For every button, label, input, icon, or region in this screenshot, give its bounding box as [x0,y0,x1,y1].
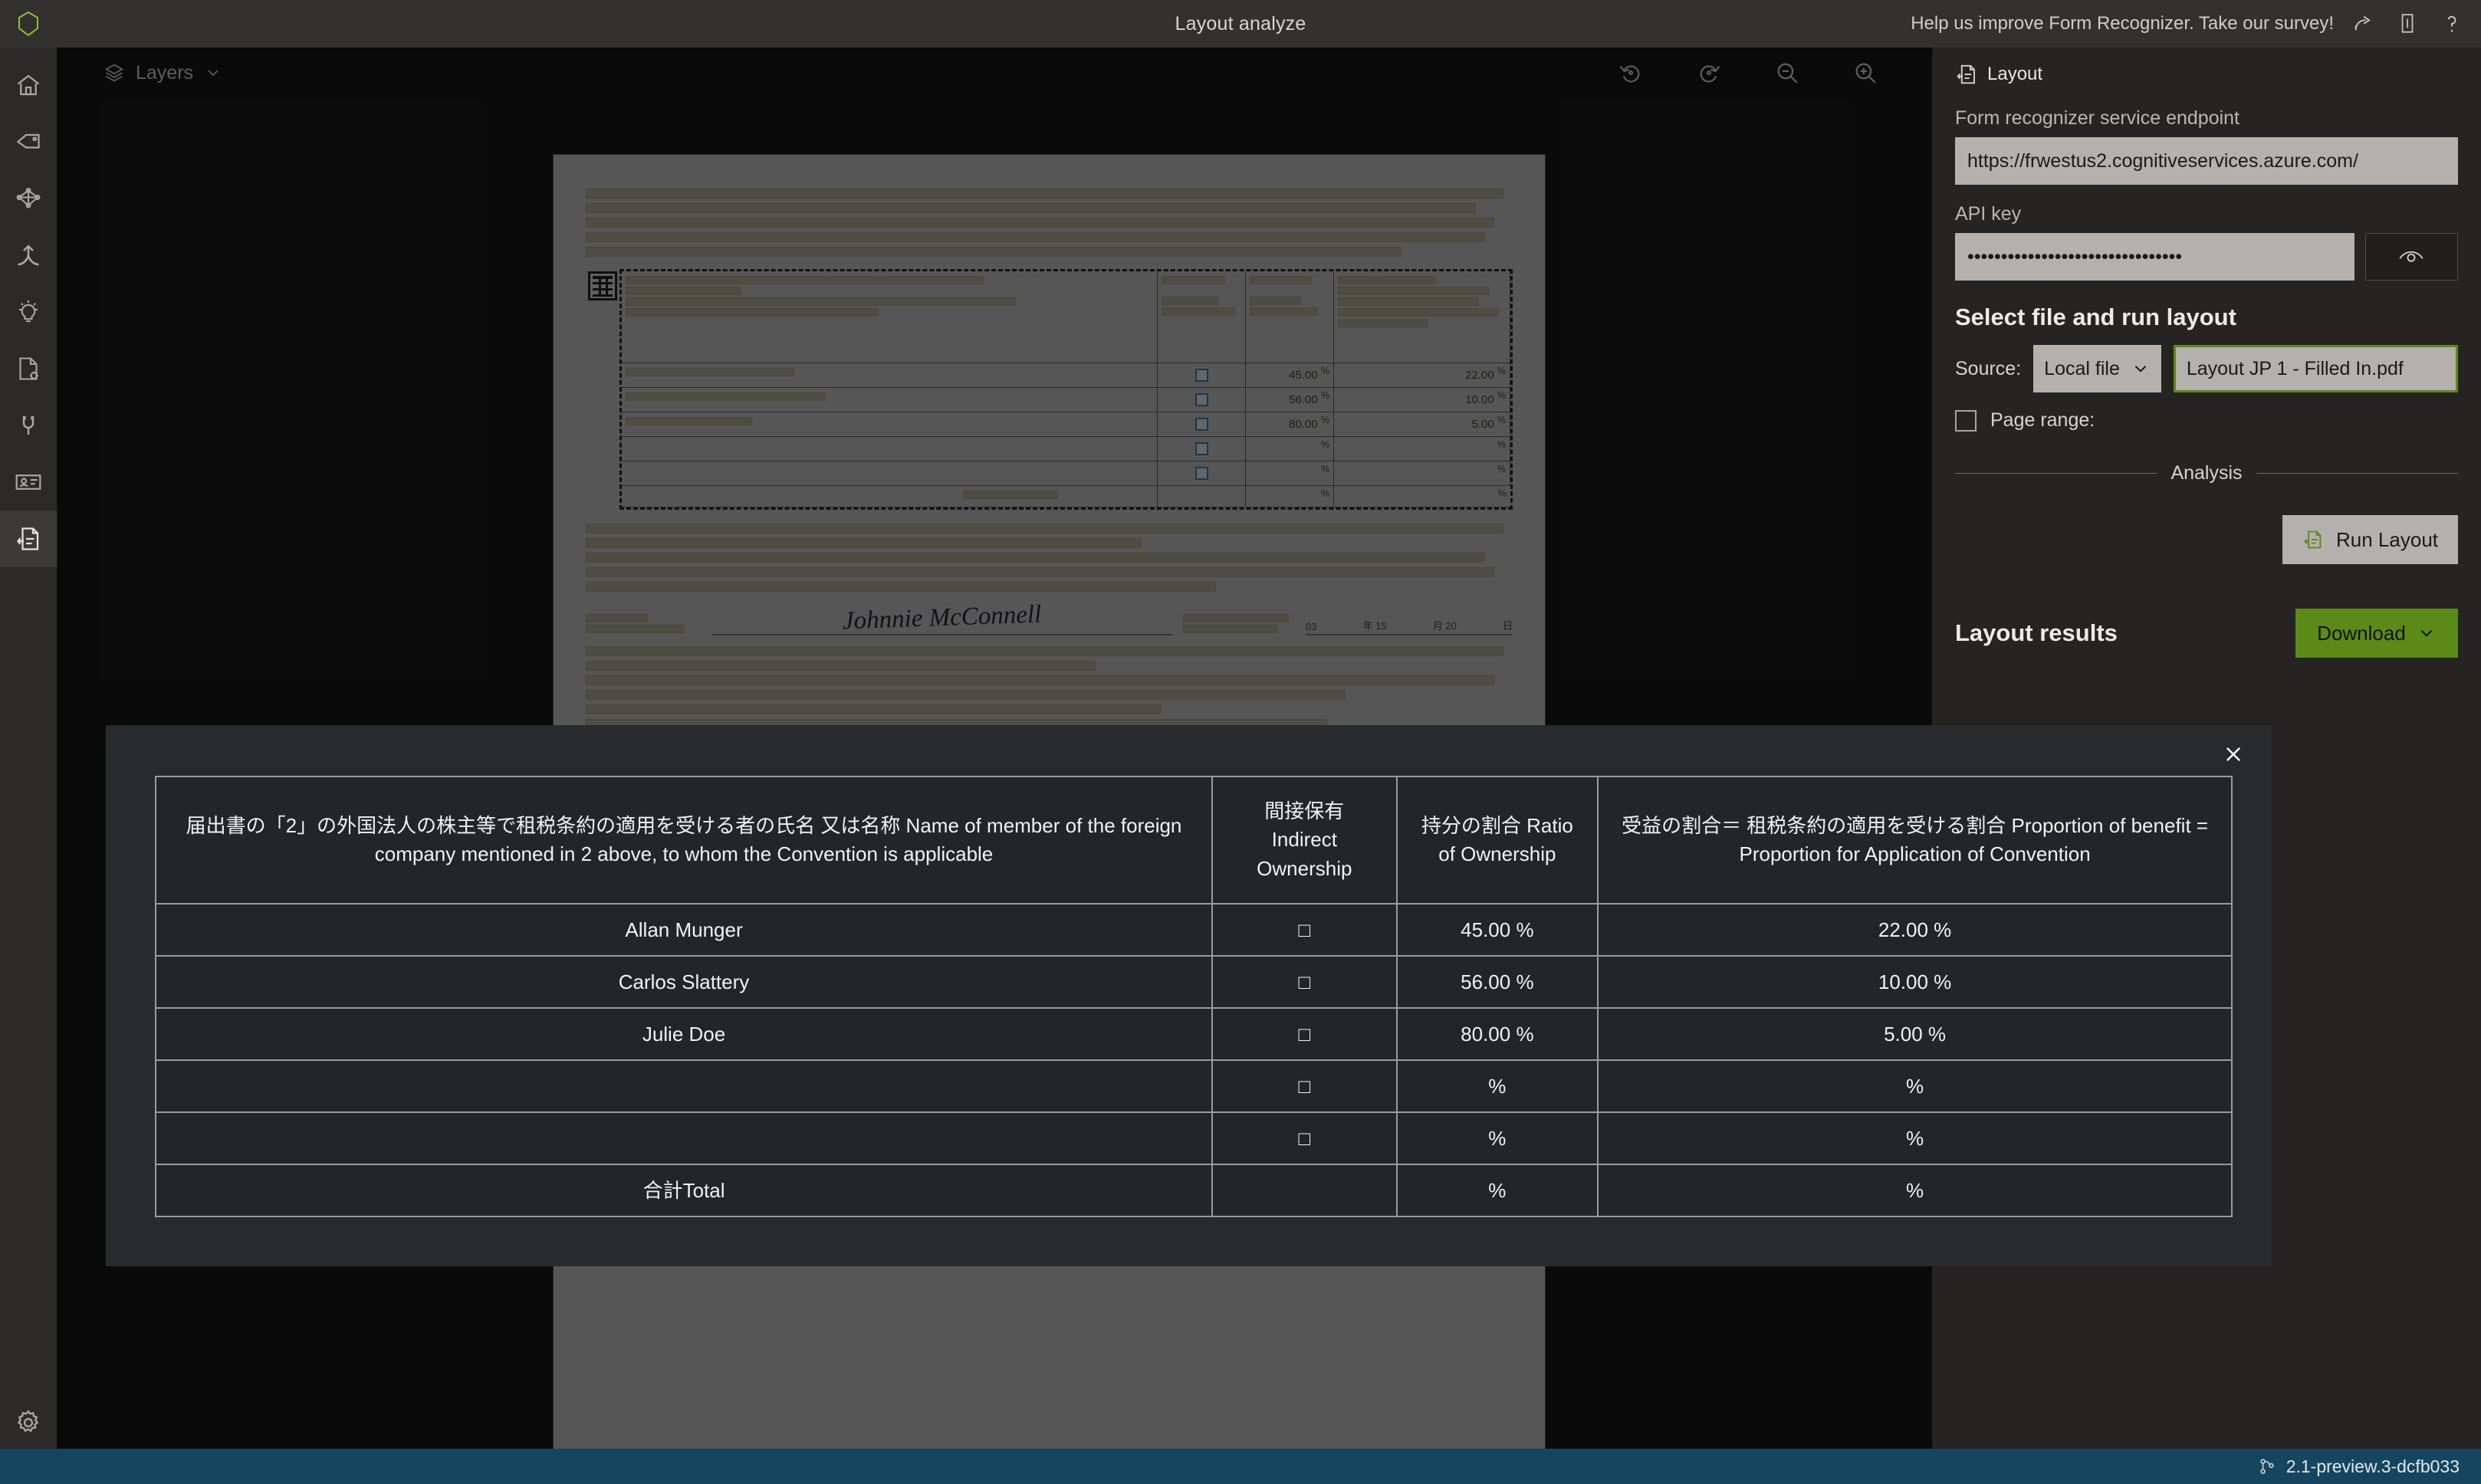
table-row: Julie Doe □ 80.00 % 5.00 % [154,1007,2233,1062]
cell-indirect: □ [1211,1111,1398,1166]
cell-name: Carlos Slattery [154,955,1214,1010]
chevron-down-icon [2420,630,2433,637]
sidebar-item-model-compose[interactable] [0,170,57,227]
source-value: Local file [2044,357,2120,379]
divider-line-right [2256,473,2458,474]
table-row: 合計Total % % [154,1164,2233,1218]
cell-indirect: □ [1211,955,1398,1010]
sidebar-item-train[interactable] [0,227,57,284]
cell-indirect: □ [1211,903,1398,957]
reveal-apikey-button[interactable] [2364,233,2458,281]
cell-benefit: 5.00 % [1597,1007,2233,1062]
cell-benefit: 22.00 % [1597,903,2233,957]
cell-name [154,1059,1214,1114]
layout-results-row: Layout results Download [1955,609,2458,658]
apikey-label: API key [1955,203,2022,225]
source-label: Source: [1955,357,2022,379]
cell-name: Julie Doe [154,1007,1214,1062]
panel-header: Layout [1955,63,2458,86]
sidebar-item-settings[interactable] [0,1394,57,1451]
source-dropdown[interactable]: Local file [2033,345,2161,392]
selected-file-field[interactable]: Layout JP 1 - Filled In.pdf [2173,345,2458,392]
close-modal-button[interactable] [2216,737,2250,771]
column-header-name: 届出書の「2」の外国法人の株主等で租税条約の適用を受ける者の氏名 又は名称 Na… [154,775,1214,905]
plug-icon [22,416,34,435]
cell-ratio: 45.00 % [1395,903,1599,957]
table-row: Allan Munger □ 45.00 % 22.00 % [154,903,2233,957]
panel-title: Layout [1987,64,2043,84]
gear-icon [17,1410,38,1433]
cell-ratio: % [1395,1111,1599,1166]
cell-ratio: 56.00 % [1395,955,1599,1010]
share-icon[interactable] [2348,8,2378,39]
sidebar-item-layout[interactable] [0,511,57,567]
table-row: □ % % [154,1059,2233,1114]
table-row: Carlos Slattery □ 56.00 % 10.00 % [154,955,2233,1010]
sidebar-item-predict[interactable] [0,284,57,340]
close-icon [2226,747,2241,762]
endpoint-input[interactable] [1955,137,2458,185]
table-row: □ % % [154,1111,2233,1166]
cell-name: Allan Munger [154,903,1214,957]
title-bar: Layout analyze Help us improve Form Reco… [0,0,2481,48]
layout-document-icon [16,527,38,550]
analysis-label: Analysis [2170,462,2243,484]
tag-icon [16,133,40,149]
cell-name: 合計Total [154,1164,1214,1218]
cell-ratio: % [1395,1059,1599,1114]
sidebar-item-tag[interactable] [0,113,57,170]
git-branch-icon [2259,1459,2274,1474]
cell-name [154,1111,1214,1166]
left-nav-rail [0,48,57,1466]
lightbulb-icon [18,300,38,323]
eye-reveal-icon [2399,251,2423,262]
extracted-table: 届出書の「2」の外国法人の株主等で租税条約の適用を受ける者の氏名 又は名称 Na… [154,775,2233,1218]
documentation-icon[interactable] [2392,8,2423,39]
layout-results-title: Layout results [1955,619,2118,646]
chevron-down-icon [2134,366,2147,373]
cell-ratio: % [1395,1164,1599,1218]
cell-benefit: % [1597,1059,2233,1114]
select-file-title: Select file and run layout [1955,304,2236,330]
run-layout-button[interactable]: Run Layout [2282,515,2458,564]
graph-network-icon [16,188,40,208]
column-header-ratio: 持分の割合 Ratio of Ownership [1395,775,1599,905]
version-label: 2.1-preview.3-dcfb033 [2285,1456,2460,1476]
sidebar-item-connections[interactable] [0,397,57,454]
selected-file-name: Layout JP 1 - Filled In.pdf [2186,357,2404,379]
status-bar: 2.1-preview.3-dcfb033 [0,1449,2481,1484]
id-card-icon [15,474,41,490]
table-header-row: 届出書の「2」の外国法人の株主等で租税条約の適用を受ける者の氏名 又は名称 Na… [154,775,2233,905]
analysis-divider: Analysis [1955,462,2458,484]
page-range-label: Page range: [1990,409,2095,431]
sidebar-item-home[interactable] [0,57,57,113]
home-icon [17,74,39,96]
sidebar-item-custom-model[interactable] [0,340,57,397]
cell-benefit: % [1597,1164,2233,1218]
help-question-icon[interactable] [2437,8,2467,39]
download-button[interactable]: Download [2295,609,2458,658]
cell-benefit: % [1597,1111,2233,1166]
layout-document-icon [2304,530,2322,549]
download-label: Download [2317,621,2406,645]
cell-indirect: □ [1211,1007,1398,1062]
cell-indirect [1211,1164,1398,1218]
table-preview-modal: 届出書の「2」の外国法人の株主等で租税条約の適用を受ける者の氏名 又は名称 Na… [106,725,2272,1266]
cell-indirect: □ [1211,1059,1398,1114]
sidebar-item-prebuilt[interactable] [0,454,57,511]
column-header-indirect: 間接保有 Indirect Ownership [1211,775,1398,905]
page-range-checkbox[interactable] [1955,409,1977,432]
page-range-row[interactable]: Page range: [1955,409,2458,432]
run-layout-label: Run Layout [2336,527,2438,551]
apikey-input[interactable] [1955,233,2354,281]
divider-line-left [1955,473,2157,474]
layout-document-icon [1957,64,1975,84]
endpoint-label: Form recognizer service endpoint [1955,107,2239,129]
document-settings-icon [18,357,38,380]
merge-arrow-icon [17,245,39,266]
cell-ratio: 80.00 % [1395,1007,1599,1062]
cell-benefit: 10.00 % [1597,955,2233,1010]
survey-link[interactable]: Help us improve Form Recognizer. Take ou… [1911,13,2334,34]
column-header-benefit: 受益の割合＝ 租税条約の適用を受ける割合 Proportion of benef… [1597,775,2233,905]
